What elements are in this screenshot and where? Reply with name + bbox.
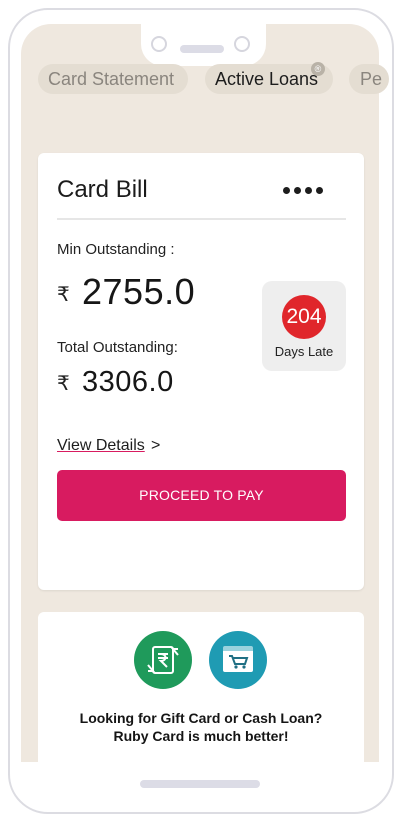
rupee-symbol: ₹ <box>57 373 70 395</box>
speaker-grille <box>180 45 224 53</box>
tab-partial-label: Pe <box>360 69 383 89</box>
chevron-right-icon: > <box>151 437 161 454</box>
total-outstanding-amount: 3306.0 <box>82 366 174 398</box>
promo-message: Looking for Gift Card or Cash Loan? Ruby… <box>38 709 364 745</box>
tab-bar: Card Statement Active Loans Pe <box>16 64 389 96</box>
shopping-cart-icon[interactable] <box>209 631 267 689</box>
proceed-to-pay-button[interactable]: PROCEED TO PAY <box>57 470 346 521</box>
card-title: Card Bill <box>57 176 148 203</box>
promo-line-2: Ruby Card is much better! <box>113 728 289 744</box>
days-late-box: 204 Days Late <box>262 281 346 371</box>
view-details-link[interactable]: View Details <box>57 437 145 455</box>
total-outstanding-label: Total Outstanding: <box>57 339 178 356</box>
days-late-label: Days Late <box>274 344 334 359</box>
days-late-badge: 204 <box>282 295 326 339</box>
tab-card-statement[interactable]: Card Statement <box>38 64 188 94</box>
min-outstanding-amount: 2755.0 <box>82 271 196 312</box>
registered-badge-icon: ® <box>311 62 325 76</box>
promo-panel: Looking for Gift Card or Cash Loan? Ruby… <box>38 612 364 762</box>
home-indicator <box>140 780 260 788</box>
camera-icon <box>151 36 167 52</box>
tab-partial[interactable]: Pe <box>349 64 389 94</box>
promo-line-1: Looking for Gift Card or Cash Loan? <box>79 710 323 726</box>
rupee-exchange-icon[interactable] <box>134 631 192 689</box>
divider <box>57 218 346 220</box>
tab-active-loans-label: Active Loans <box>215 69 319 89</box>
sensor-icon <box>234 36 250 52</box>
card-bill-panel: Card Bill Min Outstanding : ₹ 2755.0 Tot… <box>38 153 364 590</box>
tab-card-statement-label: Card Statement <box>48 69 175 89</box>
more-options-icon[interactable] <box>283 181 327 194</box>
min-outstanding-label: Min Outstanding : <box>57 241 175 258</box>
rupee-symbol: ₹ <box>57 284 70 306</box>
